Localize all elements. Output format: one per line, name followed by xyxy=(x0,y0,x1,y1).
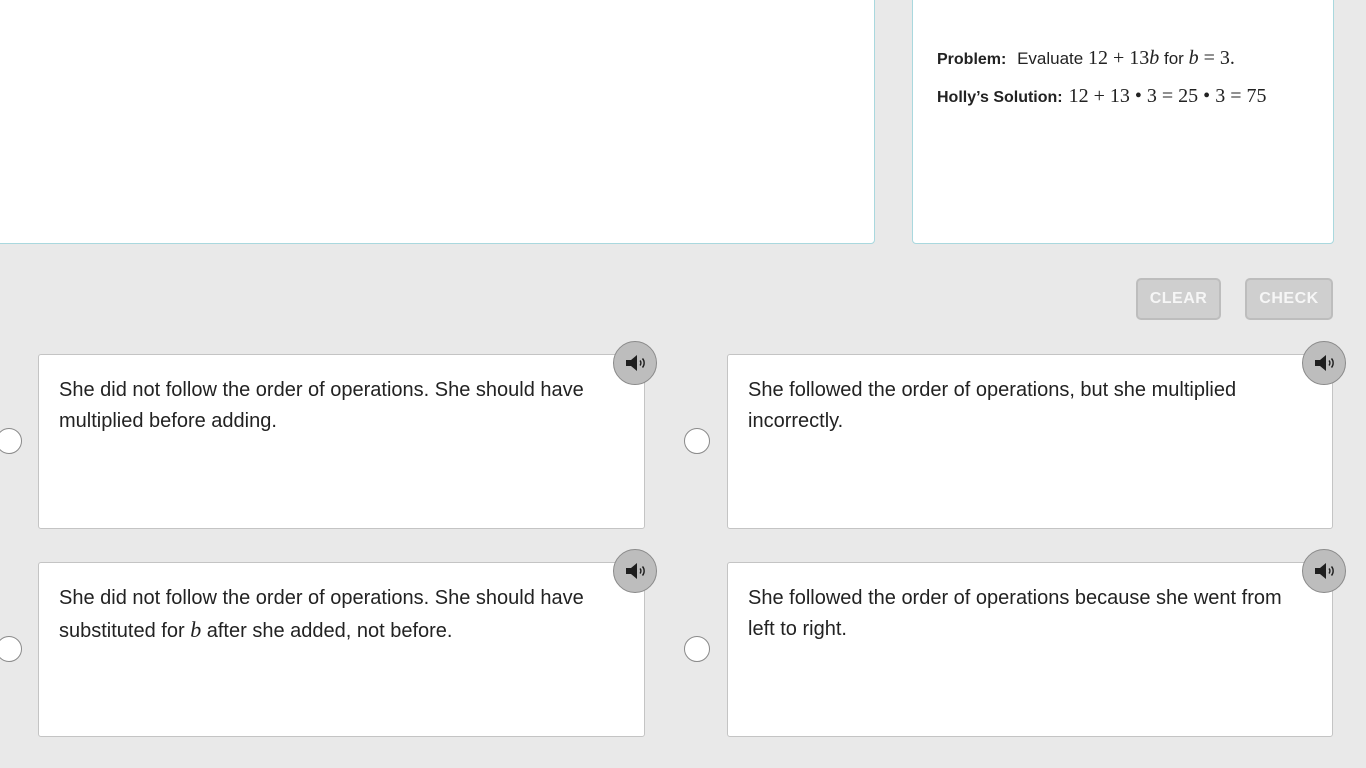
choice-3-card[interactable]: She did not follow the order of operatio… xyxy=(38,562,645,737)
choice-2-radio[interactable] xyxy=(684,428,710,454)
solution-statement: Holly’s Solution: 12 + 13 • 3 = 25 • 3 = … xyxy=(937,85,1266,108)
problem-expression: 12 + 13 xyxy=(1087,47,1150,69)
choice-2-card[interactable]: She followed the order of operations, bu… xyxy=(727,354,1333,529)
problem-panel: Problem: Evaluate 12 + 13b for b = 3. Ho… xyxy=(912,0,1334,244)
check-button[interactable]: CHECK xyxy=(1245,278,1333,320)
work-area-panel xyxy=(0,0,875,244)
problem-label: Problem: xyxy=(937,51,1007,68)
problem-text-prefix: Evaluate xyxy=(1017,49,1084,68)
clear-button[interactable]: CLEAR xyxy=(1136,278,1221,320)
speaker-icon xyxy=(622,558,648,584)
choice-3-variable: b xyxy=(190,617,202,642)
problem-statement: Problem: Evaluate 12 + 13b for b = 3. xyxy=(937,47,1235,70)
choice-2-audio-button[interactable] xyxy=(1302,341,1346,385)
choice-1-radio[interactable] xyxy=(0,428,22,454)
choice-1-text: She did not follow the order of operatio… xyxy=(59,379,584,432)
choice-4-text: She followed the order of operations bec… xyxy=(748,587,1282,640)
choice-2-text: She followed the order of operations, bu… xyxy=(748,379,1237,432)
choice-4-audio-button[interactable] xyxy=(1302,549,1346,593)
choice-1-card[interactable]: She did not follow the order of operatio… xyxy=(38,354,645,529)
solution-label: Holly’s Solution: xyxy=(937,89,1063,106)
solution-expression: 12 + 13 • 3 = 25 • 3 = 75 xyxy=(1068,85,1267,107)
speaker-icon xyxy=(1311,350,1337,376)
problem-variable: b xyxy=(1188,47,1199,69)
choice-3-radio[interactable] xyxy=(0,636,22,662)
problem-expression-variable: b xyxy=(1149,47,1160,69)
problem-for-word: for xyxy=(1164,49,1184,68)
speaker-icon xyxy=(622,350,648,376)
choice-4-radio[interactable] xyxy=(684,636,710,662)
choice-3-audio-button[interactable] xyxy=(613,549,657,593)
problem-variable-value: = 3. xyxy=(1198,47,1235,69)
choice-4-card[interactable]: She followed the order of operations bec… xyxy=(727,562,1333,737)
choice-3-text-after: after she added, not before. xyxy=(201,620,453,642)
choice-1-audio-button[interactable] xyxy=(613,341,657,385)
speaker-icon xyxy=(1311,558,1337,584)
